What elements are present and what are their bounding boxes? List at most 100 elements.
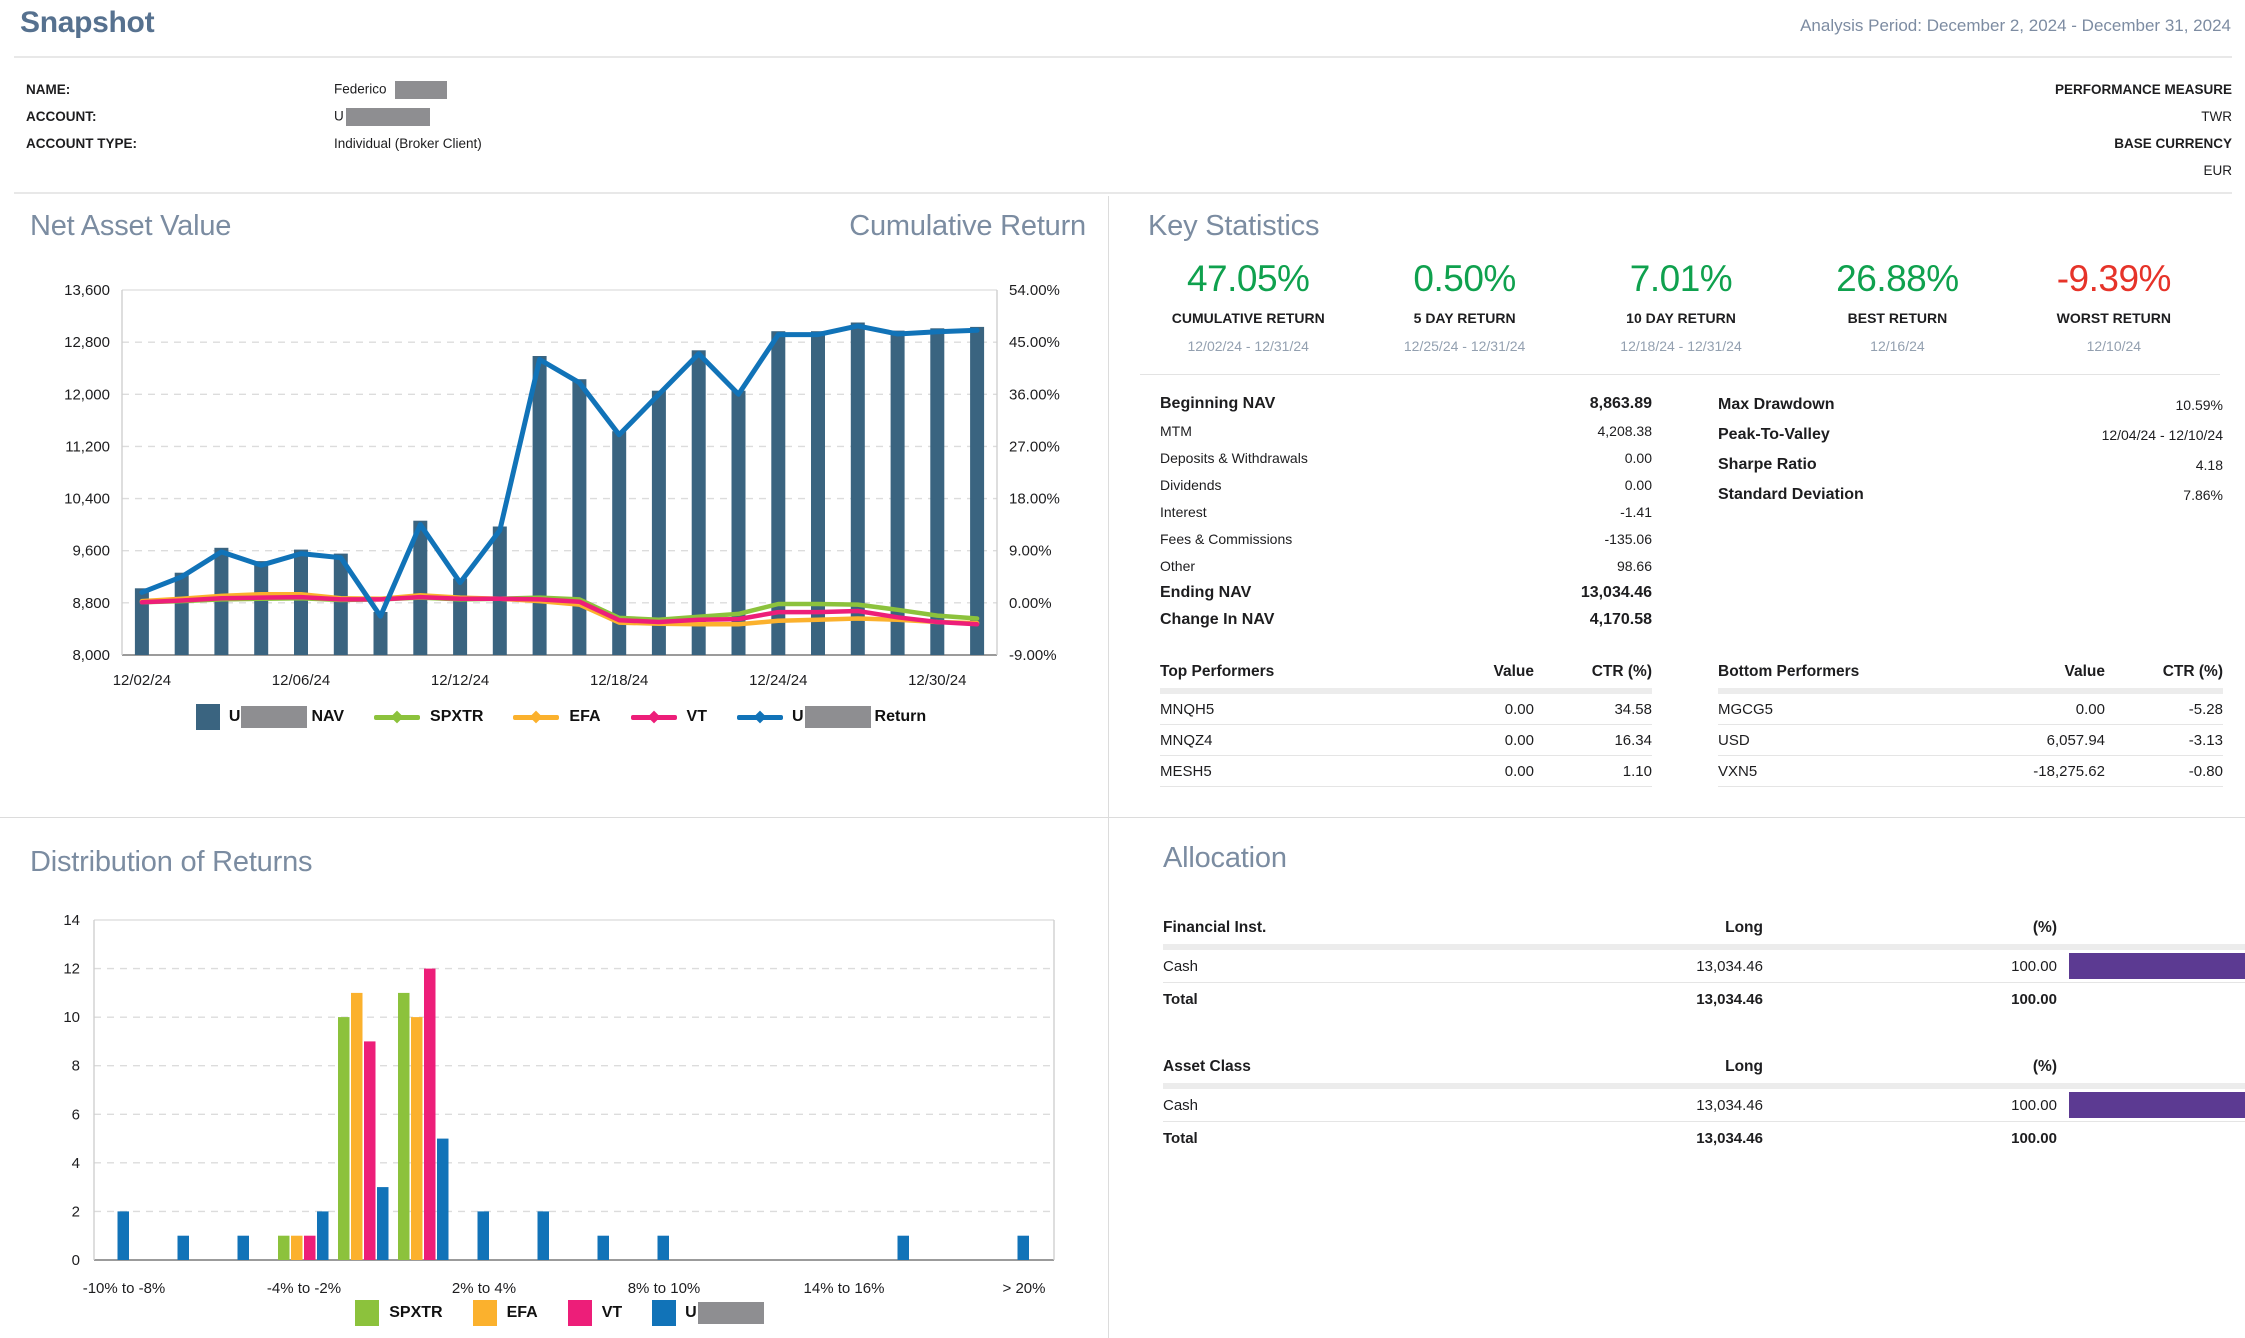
legend-item-vt: VT	[631, 708, 707, 726]
allocation-row-pct: 100.00	[1763, 1130, 2057, 1147]
performer-row: USD6,057.94-3.13	[1718, 725, 2223, 756]
allocation-row-name: Total	[1163, 991, 1593, 1008]
stat-card-label: 5 DAY RETURN	[1356, 310, 1572, 326]
nav-summary-row: Ending NAV13,034.46	[1160, 579, 1652, 606]
performer-ctr: 16.34	[1534, 732, 1652, 749]
nav-summary-value: 0.00	[1625, 477, 1652, 493]
performer-symbol: MESH5	[1160, 763, 1384, 780]
svg-text:12,800: 12,800	[64, 334, 110, 351]
svg-text:14: 14	[63, 912, 80, 929]
svg-text:11,200: 11,200	[65, 438, 110, 455]
performer-ctr: -3.13	[2105, 732, 2223, 749]
account-field-row: NAME:Federico	[26, 76, 482, 103]
key-statistics-title: Key Statistics	[1148, 210, 1319, 243]
nav-summary-label: Deposits & Withdrawals	[1160, 450, 1308, 466]
horizontal-panel-divider	[0, 817, 2245, 818]
nav-summary-value: 98.66	[1617, 558, 1652, 574]
svg-text:12/30/24: 12/30/24	[908, 672, 966, 689]
SPXTR-swatch	[355, 1300, 379, 1326]
risk-stat-value: 4.18	[2196, 457, 2223, 473]
performer-symbol: MNQH5	[1160, 701, 1384, 718]
legend-item-return: UReturn	[737, 706, 926, 728]
nav-summary-label: Beginning NAV	[1160, 395, 1275, 413]
performers-col-ctr: CTR (%)	[1534, 663, 1652, 681]
performers-col-value: Value	[1384, 663, 1534, 681]
nav-summary-value: 4,170.58	[1590, 611, 1652, 629]
account-info-meta: PERFORMANCE MEASURETWRBASE CURRENCYEUR	[2055, 76, 2232, 184]
stat-card-period: 12/10/24	[2006, 338, 2222, 354]
legend-item-efa: EFA	[513, 708, 600, 726]
snapshot-report-page: Snapshot Analysis Period: December 2, 20…	[0, 0, 2245, 1338]
svg-text:13,600: 13,600	[64, 282, 110, 299]
performer-row: VXN5-18,275.62-0.80	[1718, 756, 2223, 787]
stat-card-value: 47.05%	[1140, 258, 1356, 300]
performer-value: 0.00	[1384, 763, 1534, 780]
allocation-panel: Allocation Financial Inst.Long(%)Cash13,…	[1130, 820, 2232, 1338]
svg-text:14% to 16%: 14% to 16%	[804, 1280, 885, 1297]
allocation-col-long: Long	[1593, 1058, 1763, 1076]
performer-row: MESH50.001.10	[1160, 756, 1652, 787]
allocation-row-long: 13,034.46	[1593, 991, 1763, 1008]
nav-summary-row: Fees & Commissions-135.06	[1160, 525, 1652, 552]
nav-summary-label: MTM	[1160, 423, 1192, 439]
nav-summary-label: Dividends	[1160, 477, 1221, 493]
legend-label: EFA	[507, 1304, 538, 1322]
allocation-col-long: Long	[1593, 919, 1763, 937]
svg-text:12/12/24: 12/12/24	[431, 672, 489, 689]
stat-card-value: -9.39%	[2006, 258, 2222, 300]
stat-cards-row: 47.05%CUMULATIVE RETURN12/02/24 - 12/31/…	[1140, 258, 2222, 354]
EFA-swatch	[473, 1300, 497, 1326]
performer-value: 0.00	[1955, 701, 2105, 718]
stat-card-period: 12/02/24 - 12/31/24	[1140, 338, 1356, 354]
account-field-value: Federico	[334, 81, 447, 99]
nav-summary-row: MTM4,208.38	[1160, 417, 1652, 444]
risk-stat-value: 12/04/24 - 12/10/24	[2102, 427, 2223, 443]
vertical-panel-divider	[1108, 196, 1109, 1338]
legend-label: SPXTR	[389, 1304, 442, 1322]
nav-cumulative-return-chart: 13,60054.00%12,80045.00%12,00036.00%11,2…	[22, 268, 1097, 713]
stat-card-value: 0.50%	[1356, 258, 1572, 300]
nav-summary-label: Other	[1160, 558, 1195, 574]
svg-text:-4% to -2%: -4% to -2%	[267, 1280, 341, 1297]
nav-summary-table: Beginning NAV8,863.89MTM4,208.38Deposits…	[1160, 390, 1652, 633]
stat-card: 0.50%5 DAY RETURN12/25/24 - 12/31/24	[1356, 258, 1572, 354]
stat-card-period: 12/16/24	[1789, 338, 2005, 354]
allocation-row: Cash13,034.46100.00	[1163, 950, 2245, 983]
svg-text:-9.00%: -9.00%	[1009, 647, 1057, 664]
legend-item-nav: UNAV	[196, 704, 344, 730]
cumulative-return-section-title: Cumulative Return	[849, 210, 1086, 243]
performer-symbol: VXN5	[1718, 763, 1955, 780]
allocation-row-pct: 100.00	[1763, 958, 2057, 975]
performer-row: MNQZ40.0016.34	[1160, 725, 1652, 756]
stat-card: 26.88%BEST RETURN12/16/24	[1789, 258, 2005, 354]
nav-summary-row: Deposits & Withdrawals0.00	[1160, 444, 1652, 471]
Return-swatch	[737, 715, 783, 720]
risk-stat-row: Sharpe Ratio4.18	[1718, 450, 2223, 480]
allocation-row: Cash13,034.46100.00	[1163, 1089, 2245, 1122]
legend-label: VT	[687, 708, 707, 726]
allocation-col-pct: (%)	[1763, 1058, 2057, 1076]
nav-summary-row: Interest-1.41	[1160, 498, 1652, 525]
nav-section-title: Net Asset Value	[30, 210, 231, 243]
svg-text:0.00%: 0.00%	[1009, 595, 1052, 612]
account-info-fields: NAME:FedericoACCOUNT:UACCOUNT TYPE:Indiv…	[26, 76, 482, 157]
nav-summary-row: Dividends 0.00	[1160, 471, 1652, 498]
account-field-label: ACCOUNT:	[26, 109, 334, 124]
svg-text:0: 0	[72, 1252, 80, 1269]
nav-summary-label: Ending NAV	[1160, 584, 1251, 602]
bottom-performers-table: Bottom PerformersValueCTR (%)MGCG50.00-5…	[1718, 656, 2223, 787]
header-divider	[14, 56, 2232, 58]
risk-stat-label: Peak-To-Valley	[1718, 426, 1830, 444]
account-swatch	[652, 1300, 676, 1326]
allocation-row: Total13,034.46100.00	[1163, 983, 2245, 1015]
legend-label: VT	[602, 1304, 622, 1322]
svg-text:8% to 10%: 8% to 10%	[628, 1280, 701, 1297]
allocation-tables: Financial Inst.Long(%)Cash13,034.46100.0…	[1163, 912, 2245, 1190]
svg-text:9.00%: 9.00%	[1009, 543, 1052, 560]
legend-label: Return	[875, 708, 927, 726]
svg-text:45.00%: 45.00%	[1009, 334, 1060, 351]
stat-card-label: 10 DAY RETURN	[1573, 310, 1789, 326]
allocation-group-header: Financial Inst.	[1163, 919, 1593, 937]
svg-text:6: 6	[72, 1106, 80, 1123]
account-field-label: ACCOUNT TYPE:	[26, 136, 334, 151]
